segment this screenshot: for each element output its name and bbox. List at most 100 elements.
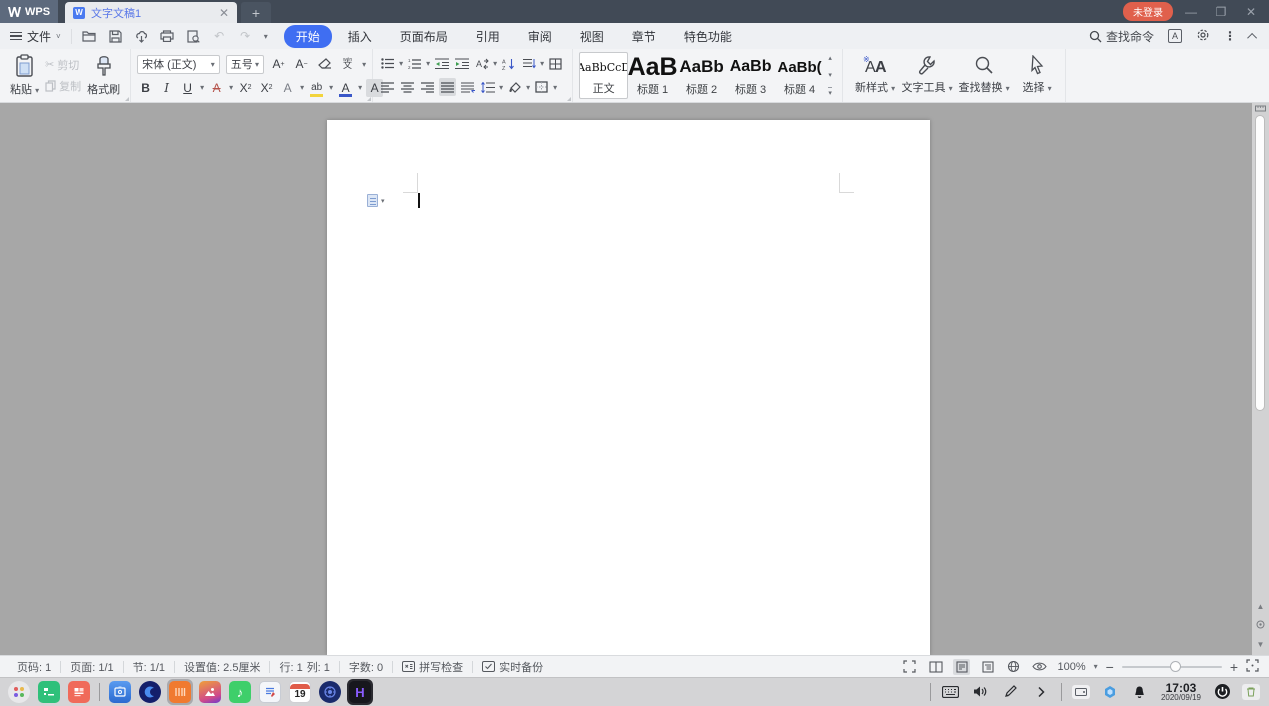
ruler-toggle-icon[interactable] (1255, 105, 1266, 115)
bullets-caret-icon[interactable]: ▾ (399, 59, 403, 68)
numbering-button[interactable]: 12 (406, 55, 423, 73)
clear-format-button[interactable] (316, 55, 333, 73)
terminal-app-icon[interactable] (38, 681, 60, 703)
screenshot-pen-icon[interactable] (1001, 682, 1021, 702)
file-safe-icon[interactable] (109, 681, 131, 703)
power-icon[interactable] (1212, 682, 1232, 702)
styles-scroll-up-icon[interactable]: ▴ (828, 54, 832, 62)
font-color-caret-icon[interactable]: ▾ (358, 83, 362, 92)
status-setting-value[interactable]: 设置值: 2.5厘米 (175, 659, 269, 675)
gear-icon[interactable] (1196, 28, 1210, 45)
outline-view-button[interactable] (979, 659, 996, 675)
app-store-icon[interactable] (68, 681, 90, 703)
h-app-dock-icon[interactable]: H (349, 681, 371, 703)
underline-caret-icon[interactable]: ▾ (200, 83, 204, 92)
text-effects-caret-icon[interactable]: ▾ (300, 83, 304, 92)
wps-logo[interactable]: WPS (0, 0, 58, 23)
align-right-button[interactable] (419, 78, 436, 96)
launcher-icon[interactable] (8, 681, 30, 703)
page-setup-widget[interactable]: ▾ (367, 194, 385, 207)
strikethrough-caret-icon[interactable]: ▾ (229, 83, 233, 92)
calendar-app-icon[interactable]: 19 (289, 681, 311, 703)
tab-references[interactable]: 引用 (464, 25, 512, 48)
decrease-indent-button[interactable] (433, 55, 450, 73)
line-spacing-caret-icon[interactable]: ▾ (499, 83, 503, 92)
paste-button[interactable]: 粘贴 ▾ (6, 52, 43, 99)
print-button[interactable] (160, 29, 175, 44)
music-app-icon[interactable]: ♪ (229, 681, 251, 703)
community-app-icon[interactable] (319, 681, 341, 703)
open-file-button[interactable] (82, 29, 97, 44)
tab-home[interactable]: 开始 (283, 24, 332, 48)
sort-button[interactable]: AZ (500, 55, 517, 73)
vertical-scrollbar[interactable]: ▲ ▲ ▼ (1252, 103, 1269, 655)
interface-settings-icon[interactable]: A (1168, 29, 1182, 43)
notification-bell-icon[interactable] (1130, 682, 1150, 702)
keyboard-layout-icon[interactable] (941, 682, 961, 702)
text-tool-button[interactable]: 文字工具 ▾ (901, 52, 953, 99)
previous-page-icon[interactable]: ▲ (1257, 602, 1265, 611)
font-name-select[interactable]: 宋体 (正文) ▾ (137, 54, 220, 74)
document-tab[interactable]: W 文字文稿1 ✕ (65, 2, 237, 23)
redo-button[interactable]: ↷ (238, 29, 253, 44)
text-editor-app-icon[interactable] (259, 681, 281, 703)
document-canvas[interactable]: ▾ ▲ ▲ ▼ (0, 103, 1269, 655)
collapse-ribbon-icon[interactable] (1247, 32, 1258, 43)
find-replace-button[interactable]: 查找替换 ▾ (953, 52, 1015, 99)
highlight-button[interactable]: ab (308, 79, 325, 97)
superscript-button[interactable]: X2 (237, 79, 254, 97)
minimize-button[interactable]: — (1179, 5, 1203, 19)
new-tab-button[interactable]: + (241, 2, 271, 23)
increase-indent-button[interactable] (453, 55, 470, 73)
format-painter-button[interactable]: 格式刷 (83, 52, 124, 99)
zoom-slider-thumb[interactable] (1169, 660, 1181, 672)
text-direction-caret-icon[interactable]: ▾ (493, 59, 497, 68)
tab-insert[interactable]: 插入 (336, 25, 384, 48)
cloud-sync-icon[interactable] (1100, 682, 1120, 702)
borders-button[interactable] (533, 78, 550, 96)
zoom-out-button[interactable]: − (1106, 659, 1114, 675)
tab-review[interactable]: 审阅 (516, 25, 564, 48)
eye-protection-button[interactable] (1031, 659, 1048, 675)
pinyin-guide-button[interactable]: wén 文 (339, 55, 356, 73)
scrollbar-thumb[interactable] (1255, 115, 1265, 411)
style-heading3[interactable]: AaBb 标题 3 (726, 52, 775, 99)
zoom-in-button[interactable]: + (1230, 659, 1238, 675)
font-color-button[interactable]: A (337, 79, 354, 97)
save-button[interactable] (108, 29, 123, 44)
shrink-font-button[interactable]: A − (293, 55, 310, 73)
align-left-button[interactable] (379, 78, 396, 96)
zoom-level-caret-icon[interactable]: ▾ (1094, 662, 1098, 671)
subscript-button[interactable]: X2 (258, 79, 275, 97)
find-command-search[interactable]: 查找命令 (1089, 28, 1154, 45)
shading-caret-icon[interactable]: ▾ (526, 83, 530, 92)
volume-icon[interactable] (971, 682, 991, 702)
photos-app-icon[interactable] (199, 681, 221, 703)
zoom-level-value[interactable]: 100% (1057, 661, 1085, 673)
export-pdf-button[interactable] (134, 29, 149, 44)
realtime-backup-toggle[interactable]: 实时备份 (473, 659, 552, 675)
grow-font-button[interactable]: A + (270, 55, 287, 73)
next-page-icon[interactable]: ▼ (1257, 640, 1265, 649)
line-spacing-button[interactable] (479, 78, 496, 96)
numbering-caret-icon[interactable]: ▾ (426, 59, 430, 68)
login-status-badge[interactable]: 未登录 (1123, 2, 1173, 21)
insert-table-button[interactable] (547, 55, 564, 73)
paragraph-group-expander[interactable] (567, 97, 572, 101)
document-page[interactable]: ▾ (327, 120, 930, 655)
shading-button[interactable] (506, 78, 523, 96)
text-direction-button[interactable]: A (473, 55, 490, 73)
copy-button[interactable]: 复制 (45, 78, 81, 94)
browser-icon[interactable] (139, 681, 161, 703)
more-options-icon[interactable]: ⋮ (1224, 29, 1236, 43)
customize-quickbar-caret-icon[interactable]: ▾ (264, 32, 268, 41)
print-preview-button[interactable] (186, 29, 201, 44)
close-button[interactable]: ✕ (1239, 5, 1263, 19)
fit-page-button[interactable] (1246, 658, 1259, 675)
cut-button[interactable]: ✂ 剪切 (45, 57, 81, 73)
file-menu-button[interactable]: 文件 ˅ (0, 28, 71, 45)
tab-page-layout[interactable]: 页面布局 (388, 25, 460, 48)
font-group-expander[interactable] (367, 97, 372, 101)
align-center-button[interactable] (399, 78, 416, 96)
clipboard-group-expander[interactable] (125, 97, 130, 101)
